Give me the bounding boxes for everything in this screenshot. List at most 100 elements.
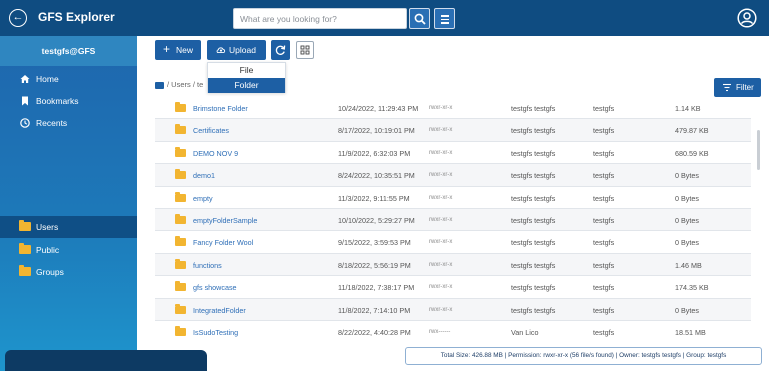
search-input[interactable] — [233, 8, 407, 29]
file-size: 0 Bytes — [675, 193, 699, 203]
file-modified: 11/8/2022, 7:14:10 PM — [338, 305, 411, 315]
breadcrumb-path[interactable]: / Users / te — [167, 80, 203, 89]
file-group: testgfs — [593, 283, 615, 293]
new-button-label: New — [176, 45, 194, 55]
file-name[interactable]: empty — [193, 194, 213, 203]
file-size: 1.46 MB — [675, 260, 702, 270]
file-permission: rwxr-xr-x — [429, 194, 453, 201]
sidebar-item-users[interactable]: Users — [0, 216, 137, 238]
folder-icon — [175, 258, 186, 269]
file-group: testgfs — [593, 171, 615, 181]
table-row[interactable]: empty 11/3/2022, 9:11:55 PM rwxr-xr-x te… — [155, 187, 751, 209]
table-row[interactable]: functions 8/18/2022, 5:56:19 PM rwxr-xr-… — [155, 253, 751, 277]
file-group: testgfs — [593, 238, 615, 248]
clock-icon — [20, 118, 30, 128]
file-size: 174.35 KB — [675, 283, 709, 293]
sidebar-item-label: Home — [36, 74, 59, 84]
top-bar: ← GFS Explorer — [0, 0, 769, 36]
file-modified: 9/15/2022, 3:59:53 PM — [338, 238, 411, 248]
new-button[interactable]: + New — [155, 40, 201, 60]
file-owner: testgfs testgfs — [511, 238, 556, 248]
folder-icon — [175, 169, 186, 180]
file-permission: rwx------ — [429, 329, 451, 335]
table-row[interactable]: emptyFolderSample 10/10/2022, 5:29:27 PM… — [155, 209, 751, 232]
bookmark-icon — [22, 96, 28, 106]
sidebar: testgfs@GFS Home Bookmarks Recents Users — [0, 36, 137, 371]
back-icon[interactable]: ← — [9, 9, 27, 27]
file-modified: 10/24/2022, 11:29:43 PM — [338, 104, 419, 113]
file-owner: testgfs testgfs — [511, 104, 556, 113]
folder-icon — [175, 236, 186, 247]
file-table: Brimstone Folder 10/24/2022, 11:29:43 PM… — [155, 97, 751, 341]
file-size: 0 Bytes — [675, 216, 699, 225]
table-row[interactable]: IsSudoTesting 8/22/2022, 4:40:28 PM rwx-… — [155, 321, 751, 341]
file-permission: rwxr-xr-x — [429, 172, 453, 179]
file-size: 680.59 KB — [675, 148, 709, 158]
file-group: testgfs — [593, 104, 615, 113]
file-name[interactable]: functions — [193, 261, 222, 270]
upload-button[interactable]: Upload — [207, 40, 266, 60]
folder-icon — [175, 326, 186, 336]
file-size: 0 Bytes — [675, 238, 699, 248]
file-permission: rwxr-xr-x — [429, 105, 453, 111]
file-owner: testgfs testgfs — [511, 305, 556, 315]
file-owner: testgfs testgfs — [511, 260, 556, 270]
file-name[interactable]: IntegratedFolder — [193, 306, 246, 315]
table-row[interactable]: Brimstone Folder 10/24/2022, 11:29:43 PM… — [155, 97, 751, 120]
file-name[interactable]: Brimstone Folder — [193, 104, 248, 113]
folder-icon — [175, 303, 186, 314]
table-row[interactable]: Certificates 8/17/2022, 10:19:01 PM rwxr… — [155, 119, 751, 142]
file-name[interactable]: IsSudoTesting — [193, 328, 238, 337]
drive-icon[interactable] — [155, 81, 164, 89]
sidebar-user-label: testgfs@GFS — [0, 36, 137, 66]
table-scrollbar[interactable] — [757, 130, 760, 170]
sidebar-item-home[interactable]: Home — [0, 68, 137, 90]
sidebar-item-recents[interactable]: Recents — [0, 112, 137, 134]
upload-menu-item-folder[interactable]: Folder — [208, 78, 285, 93]
table-row[interactable]: DEMO NOV 9 11/9/2022, 6:32:03 PM rwxr-xr… — [155, 142, 751, 165]
file-permission: rwxr-xr-x — [429, 306, 453, 313]
folder-icon — [175, 191, 186, 202]
table-row[interactable]: gfs showcase 11/18/2022, 7:38:17 PM rwxr… — [155, 276, 751, 299]
file-name[interactable]: Fancy Folder Wool — [193, 238, 253, 247]
file-name[interactable]: gfs showcase — [193, 283, 237, 292]
file-name[interactable]: Certificates — [193, 126, 229, 135]
file-size: 479.87 KB — [675, 126, 709, 136]
file-permission: rwxr-xr-x — [429, 239, 453, 246]
sidebar-item-label: Bookmarks — [36, 96, 79, 106]
sidebar-item-label: Recents — [36, 118, 68, 128]
menu-icon — [441, 15, 449, 17]
folder-icon — [175, 146, 186, 157]
file-group: testgfs — [593, 260, 615, 270]
filter-button[interactable]: Filter — [714, 78, 761, 97]
file-name[interactable]: demo1 — [193, 171, 215, 180]
table-row[interactable]: Fancy Folder Wool 9/15/2022, 3:59:53 PM … — [155, 231, 751, 254]
file-owner: testgfs testgfs — [511, 283, 556, 293]
menu-button[interactable] — [434, 8, 455, 29]
refresh-button[interactable] — [271, 40, 290, 60]
status-bar: Total Size: 426.88 MB | Permission: rwxr… — [405, 347, 762, 365]
sidebar-item-groups[interactable]: Groups — [0, 261, 137, 283]
sidebar-item-label: Users — [36, 222, 59, 232]
app-title: GFS Explorer — [38, 10, 115, 24]
overlay-panel — [5, 350, 207, 371]
file-group: testgfs — [593, 193, 615, 203]
file-group: testgfs — [593, 126, 615, 136]
upload-menu-item-file[interactable]: File — [208, 63, 285, 78]
folder-icon — [175, 124, 186, 135]
folder-icon — [175, 102, 186, 112]
file-modified: 10/10/2022, 5:29:27 PM — [338, 216, 415, 225]
file-name[interactable]: emptyFolderSample — [193, 216, 257, 225]
folder-icon — [19, 265, 31, 276]
user-account-icon[interactable] — [737, 8, 757, 28]
table-row[interactable]: IntegratedFolder 11/8/2022, 7:14:10 PM r… — [155, 298, 751, 321]
sidebar-item-bookmarks[interactable]: Bookmarks — [0, 90, 137, 112]
file-owner: testgfs testgfs — [511, 171, 556, 181]
file-permission: rwxr-xr-x — [429, 149, 453, 156]
file-name[interactable]: DEMO NOV 9 — [193, 149, 238, 158]
table-row[interactable]: demo1 8/24/2022, 10:35:51 PM rwxr-xr-x t… — [155, 164, 751, 187]
search-button[interactable] — [409, 8, 430, 29]
file-modified: 11/3/2022, 9:11:55 PM — [338, 193, 410, 203]
sidebar-item-public[interactable]: Public — [0, 239, 137, 261]
select-mode-button[interactable] — [296, 41, 314, 59]
